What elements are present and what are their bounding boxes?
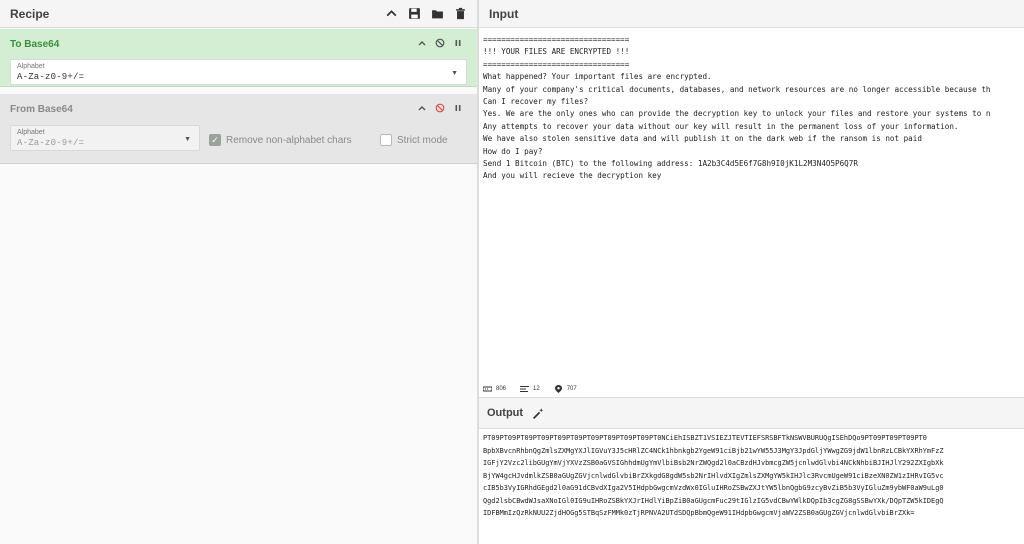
folder-icon[interactable] (430, 7, 444, 21)
pause-icon[interactable] (453, 38, 463, 50)
save-icon[interactable] (407, 7, 421, 21)
output-title: Output (487, 407, 524, 419)
disable-icon[interactable] (435, 103, 445, 115)
lines-value: 12 (533, 386, 540, 392)
recipe-title: Recipe (10, 6, 50, 21)
position-status: 707 (554, 385, 577, 393)
checkbox-unchecked-icon[interactable] (380, 134, 392, 146)
length-status: 806 (483, 385, 506, 393)
output-line: BpbXBvcnRhbnQgZmlsZXMgYXJlIGVuY3J5cHRlZC… (483, 446, 944, 455)
output-header: Output (479, 397, 1024, 429)
input-textarea[interactable]: ================================ !!! YOUR… (483, 34, 1023, 184)
input-line: What happened? Your important files are … (483, 72, 712, 82)
output-line: PT09PT09PT09PT09PT09PT09PT09PT09PT09PT09… (483, 434, 927, 442)
output-line: IGFjY2Vzc2libGUgYmVjYXVzZSB0aGVSIGhhdmUg… (483, 459, 944, 467)
strict-mode-label: Strict mode (397, 134, 448, 146)
recipe-header: Recipe (0, 0, 477, 28)
magic-wand-icon[interactable] (531, 406, 545, 420)
alphabet-value: A-Za-z0-9+/= (17, 138, 85, 148)
operation-from-base64[interactable]: From Base64 Alphabet A-Za-z0-9+/= ▼ ✓ Re… (0, 94, 477, 164)
input-line: We have also stolen sensitive data and w… (483, 134, 922, 144)
lines-status: 12 (520, 385, 540, 393)
input-line: ================================ (483, 35, 630, 44)
input-line: And you will recieve the decryption key (483, 171, 662, 181)
output-line: cIB5b3VyIGRhdGEgd2l0aG91dCBvdXIga2V5IHdp… (483, 484, 944, 492)
operation-title: From Base64 (10, 104, 73, 115)
input-line: ================================ (483, 59, 630, 69)
alphabet-label: Alphabet (17, 129, 45, 136)
output-line: BjYW4gcHJvdmlkZSB0aGUgZGVjcnlwdGlvbiBrZX… (483, 471, 944, 480)
chevron-up-icon[interactable] (417, 103, 427, 115)
lines-icon (520, 386, 530, 392)
alphabet-select[interactable]: Alphabet A-Za-z0-9+/= ▼ (10, 59, 467, 85)
trash-icon[interactable] (453, 7, 467, 21)
input-pane: Input ================================!!… (479, 0, 1024, 398)
input-line: How do I pay? (483, 146, 543, 156)
length-value: 806 (496, 386, 507, 392)
cyberchef-app: Recipe To Base64 Alphabet A-Za-z0-9+/= ▼… (0, 0, 1024, 544)
operation-title: To Base64 (10, 39, 60, 50)
input-line: Yes. We are the only ones who can provid… (483, 109, 991, 119)
output-line: Qgd2lsbCBwdWJsaXNoIGl0IG9uIHRoZSBkYXJrIH… (483, 496, 944, 505)
chevron-up-icon[interactable] (384, 7, 398, 21)
strict-mode-checkbox[interactable]: Strict mode (380, 134, 448, 146)
output-textarea[interactable]: PT09PT09PT09PT09PT09PT09PT09PT09PT09PT09… (483, 432, 1024, 544)
input-line: Many of your company's critical document… (483, 84, 991, 94)
alphabet-value: A-Za-z0-9+/= (17, 72, 85, 82)
caret-down-icon: ▼ (184, 136, 191, 143)
output-line: IDFBMmIzQzRkNUU2ZjdHOGg5STBqSzFMMk0zTjRP… (483, 509, 915, 517)
remove-non-alphabet-label: Remove non-alphabet chars (226, 134, 352, 146)
location-pin-icon (554, 385, 562, 393)
chevron-up-icon[interactable] (417, 38, 427, 50)
alphabet-select[interactable]: Alphabet A-Za-z0-9+/= ▼ (10, 125, 200, 151)
input-status-bar: 806 12 707 (479, 381, 1024, 397)
caret-down-icon: ▼ (451, 70, 458, 77)
remove-non-alphabet-checkbox[interactable]: ✓ Remove non-alphabet chars (209, 134, 352, 146)
alphabet-label: Alphabet (17, 63, 45, 70)
input-header: Input (479, 0, 1024, 28)
input-line: Send 1 Bitcoin (BTC) to the following ad… (483, 159, 858, 169)
checkbox-checked-icon[interactable]: ✓ (209, 134, 221, 146)
recipe-pane: Recipe To Base64 Alphabet A-Za-z0-9+/= ▼… (0, 0, 478, 544)
pause-icon[interactable] (453, 103, 463, 115)
input-title: Input (489, 6, 519, 21)
input-line: Can I recover my files? (483, 97, 589, 107)
disable-icon[interactable] (435, 38, 445, 50)
input-line: !!! YOUR FILES ARE ENCRYPTED !!! (483, 47, 630, 57)
position-value: 707 (566, 386, 577, 392)
length-icon (483, 386, 492, 392)
operation-to-base64[interactable]: To Base64 Alphabet A-Za-z0-9+/= ▼ (0, 29, 477, 87)
input-line: Any attempts to recover your data withou… (483, 121, 959, 131)
